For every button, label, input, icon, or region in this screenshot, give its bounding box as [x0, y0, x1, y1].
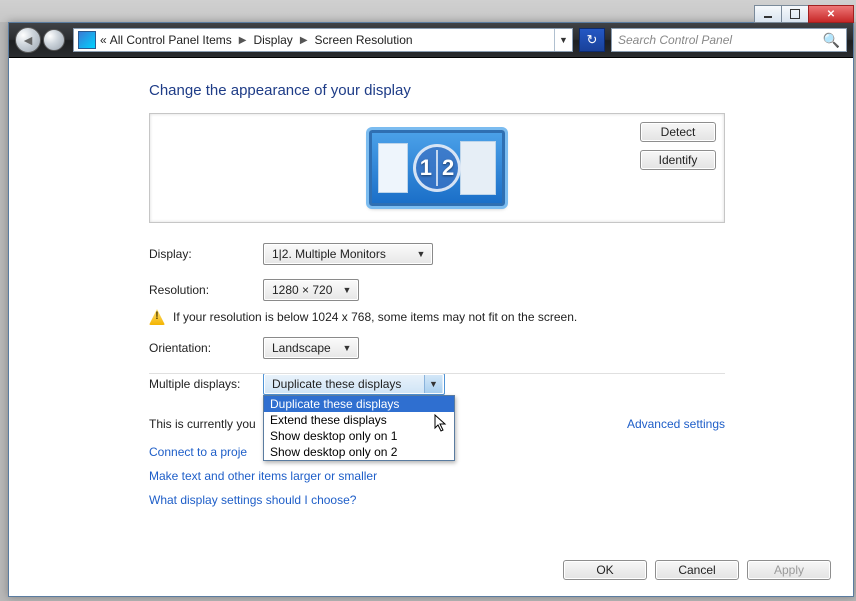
address-dropdown-icon[interactable]: ▼	[554, 29, 572, 51]
resolution-dropdown-value: 1280 × 720	[272, 283, 332, 297]
resolution-row: Resolution: 1280 × 720 ▼	[149, 279, 725, 301]
links-block: Connect to a proje ap P) Make text and o…	[149, 445, 853, 507]
breadcrumb-overflow[interactable]: «	[100, 33, 107, 47]
apply-button[interactable]: Apply	[747, 560, 831, 580]
currently-main-text: This is currently you	[149, 417, 256, 431]
back-button[interactable]: ◄	[15, 27, 41, 53]
identify-button[interactable]: Identify	[640, 150, 716, 170]
monitor-number-1: 1	[420, 155, 432, 181]
text-size-link[interactable]: Make text and other items larger or smal…	[149, 469, 853, 483]
breadcrumb-item[interactable]: Screen Resolution	[315, 33, 413, 47]
window-controls	[755, 5, 854, 23]
chevron-right-icon: ▶	[239, 35, 247, 46]
breadcrumb-path: « All Control Panel Items ▶ Display ▶ Sc…	[100, 33, 413, 47]
control-panel-window: ◄ « All Control Panel Items ▶ Display ▶ …	[8, 22, 854, 597]
refresh-button[interactable]: ↻	[579, 28, 605, 52]
projector-link-row: Connect to a proje ap P)	[149, 445, 853, 459]
detect-button[interactable]: Detect	[640, 122, 716, 142]
dropdown-option-only2[interactable]: Show desktop only on 2	[264, 444, 454, 460]
help-link[interactable]: What display settings should I choose?	[149, 493, 853, 507]
multiple-displays-options-list: Duplicate these displays Extend these di…	[263, 395, 455, 461]
resolution-label: Resolution:	[149, 283, 263, 297]
dropdown-option-duplicate[interactable]: Duplicate these displays	[264, 396, 454, 412]
display-dropdown[interactable]: 1|2. Multiple Monitors ▼	[263, 243, 433, 265]
navigation-bar: ◄ « All Control Panel Items ▶ Display ▶ …	[9, 23, 853, 58]
maximize-button[interactable]	[781, 5, 809, 23]
ok-button[interactable]: OK	[563, 560, 647, 580]
multiple-displays-dropdown[interactable]: Duplicate these displays ▼	[263, 373, 445, 395]
close-button[interactable]	[808, 5, 854, 23]
chevron-down-icon: ▼	[424, 375, 442, 393]
search-placeholder: Search Control Panel	[618, 33, 732, 47]
content-area: Change the appearance of your display 1 …	[9, 58, 853, 596]
orientation-label: Orientation:	[149, 341, 263, 355]
resolution-dropdown[interactable]: 1280 × 720 ▼	[263, 279, 359, 301]
dropdown-option-only1[interactable]: Show desktop only on 1	[264, 428, 454, 444]
advanced-settings-link[interactable]: Advanced settings	[627, 417, 725, 431]
breadcrumb-item[interactable]: All Control Panel Items	[110, 33, 232, 47]
monitor-number-badge: 1 2	[413, 144, 461, 192]
display-label: Display:	[149, 247, 263, 261]
background-menubar	[0, 0, 856, 22]
multiple-displays-label: Multiple displays:	[149, 377, 263, 391]
orientation-row: Orientation: Landscape ▼	[149, 337, 725, 359]
cancel-button[interactable]: Cancel	[655, 560, 739, 580]
control-panel-icon	[78, 31, 96, 49]
chevron-right-icon: ▶	[300, 35, 308, 46]
dropdown-option-extend[interactable]: Extend these displays	[264, 412, 454, 428]
breadcrumb-item[interactable]: Display	[253, 33, 292, 47]
badge-divider	[436, 150, 438, 186]
multiple-displays-value: Duplicate these displays	[272, 377, 401, 391]
divider-line	[149, 373, 725, 374]
warning-icon	[149, 309, 165, 325]
monitor-mini-right	[460, 141, 496, 195]
orientation-dropdown[interactable]: Landscape ▼	[263, 337, 359, 359]
monitor-number-2: 2	[442, 155, 454, 181]
preview-side-buttons: Detect Identify	[640, 122, 716, 170]
chevron-down-icon: ▼	[338, 281, 356, 299]
search-input[interactable]: Search Control Panel 🔍	[611, 28, 847, 52]
search-icon: 🔍	[823, 32, 840, 49]
monitor-mini-left	[378, 143, 408, 193]
connect-projector-link[interactable]: Connect to a proje	[149, 445, 247, 459]
forward-button[interactable]	[43, 29, 65, 51]
breadcrumb-address-bar[interactable]: « All Control Panel Items ▶ Display ▶ Sc…	[73, 28, 573, 52]
multiple-displays-row: Multiple displays: Duplicate these displ…	[149, 373, 725, 395]
monitor-thumbnail[interactable]: 1 2	[369, 130, 505, 206]
display-row: Display: 1|2. Multiple Monitors ▼	[149, 243, 725, 265]
display-preview-box: 1 2 Detect Identify	[149, 113, 725, 223]
chevron-down-icon: ▼	[338, 339, 356, 357]
orientation-dropdown-value: Landscape	[272, 341, 331, 355]
footer-buttons: OK Cancel Apply	[563, 560, 831, 580]
minimize-button[interactable]	[754, 5, 782, 23]
resolution-warning-row: If your resolution is below 1024 x 768, …	[149, 309, 725, 325]
chevron-down-icon: ▼	[412, 245, 430, 263]
display-dropdown-value: 1|2. Multiple Monitors	[272, 247, 386, 261]
resolution-warning-text: If your resolution is below 1024 x 768, …	[173, 310, 577, 324]
page-heading: Change the appearance of your display	[149, 82, 853, 99]
